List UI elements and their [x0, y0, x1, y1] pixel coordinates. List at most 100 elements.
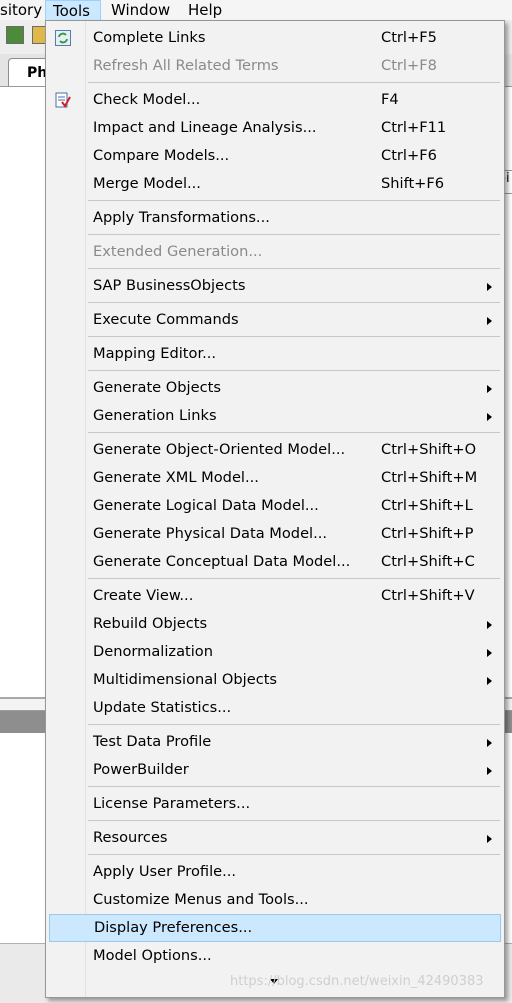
menu-repository[interactable]: sitory	[0, 0, 49, 20]
menu-item-denormalization[interactable]: Denormalization	[49, 638, 501, 666]
shortcut-label: Ctrl+Shift+P	[381, 525, 474, 542]
submenu-arrow-icon	[487, 649, 492, 657]
menu-separator	[88, 82, 500, 83]
menu-item-label: Update Statistics...	[93, 699, 232, 716]
menu-item-apply-user-profile[interactable]: Apply User Profile...	[49, 858, 501, 886]
menu-item-label: Generate Objects	[93, 379, 221, 396]
menu-item-sap-businessobjects[interactable]: SAP BusinessObjects	[49, 272, 501, 300]
menu-item-generate-cdm[interactable]: Generate Conceptual Data Model... Ctrl+S…	[49, 548, 501, 576]
menu-item-generate-ldm[interactable]: Generate Logical Data Model... Ctrl+Shif…	[49, 492, 501, 520]
submenu-arrow-icon	[487, 385, 492, 393]
menu-separator	[88, 820, 500, 821]
menu-item-label: Generate Conceptual Data Model...	[93, 553, 351, 570]
menu-item-impact-lineage-analysis[interactable]: Impact and Lineage Analysis... Ctrl+F11	[49, 114, 501, 142]
menu-item-merge-model[interactable]: Merge Model... Shift+F6	[49, 170, 501, 198]
submenu-arrow-icon	[487, 317, 492, 325]
menu-item-resources[interactable]: Resources	[49, 824, 501, 852]
menu-item-label: Test Data Profile	[93, 733, 212, 750]
menu-separator	[88, 724, 500, 725]
menu-item-create-view[interactable]: Create View... Ctrl+Shift+V	[49, 582, 501, 610]
menu-item-extended-generation[interactable]: Extended Generation...	[49, 238, 501, 266]
menu-item-label: Create View...	[93, 587, 194, 604]
menu-item-label: Generate Logical Data Model...	[93, 497, 319, 514]
menu-item-powerbuilder[interactable]: PowerBuilder	[49, 756, 501, 784]
menu-separator	[88, 302, 500, 303]
menu-item-refresh-all-related-terms[interactable]: Refresh All Related Terms Ctrl+F8	[49, 52, 501, 80]
menu-item-label: Merge Model...	[93, 175, 201, 192]
menu-item-label: Check Model...	[93, 91, 201, 108]
submenu-arrow-icon	[487, 835, 492, 843]
submenu-arrow-icon	[487, 283, 492, 291]
menu-tools[interactable]: Tools	[45, 0, 101, 20]
shortcut-label: Ctrl+F8	[381, 57, 437, 74]
menu-help[interactable]: Help	[181, 0, 229, 20]
menu-item-rebuild-objects[interactable]: Rebuild Objects	[49, 610, 501, 638]
menu-item-generate-pdm[interactable]: Generate Physical Data Model... Ctrl+Shi…	[49, 520, 501, 548]
watermark: https://blog.csdn.net/weixin_42490383	[230, 974, 484, 989]
menu-item-multidimensional-objects[interactable]: Multidimensional Objects	[49, 666, 501, 694]
menu-item-label: Multidimensional Objects	[93, 671, 278, 688]
menu-item-mapping-editor[interactable]: Mapping Editor...	[49, 340, 501, 368]
menu-item-label: Model Options...	[93, 947, 212, 964]
menu-separator	[88, 786, 500, 787]
menu-separator	[88, 578, 500, 579]
shortcut-label: Ctrl+F5	[381, 29, 437, 46]
tools-dropdown-menu: Complete Links Ctrl+F5 Refresh All Relat…	[45, 20, 505, 998]
menu-item-update-statistics[interactable]: Update Statistics...	[49, 694, 501, 722]
menu-item-model-options[interactable]: Model Options...	[49, 942, 501, 970]
menu-item-label: Denormalization	[93, 643, 213, 660]
menu-item-generate-oom[interactable]: Generate Object-Oriented Model... Ctrl+S…	[49, 436, 501, 464]
menu-item-label: Customize Menus and Tools...	[93, 891, 309, 908]
menu-item-label: Generation Links	[93, 407, 217, 424]
shortcut-label: Ctrl+Shift+O	[381, 441, 477, 458]
menu-item-label: Mapping Editor...	[93, 345, 217, 362]
menu-item-label: Resources	[93, 829, 168, 846]
shortcut-label: F4	[381, 91, 399, 108]
shortcut-label: Ctrl+F6	[381, 147, 437, 164]
menu-item-license-parameters[interactable]: License Parameters...	[49, 790, 501, 818]
menu-separator	[88, 370, 500, 371]
menu-item-generate-objects[interactable]: Generate Objects	[49, 374, 501, 402]
menu-item-label: Execute Commands	[93, 311, 239, 328]
menu-item-execute-commands[interactable]: Execute Commands	[49, 306, 501, 334]
shortcut-label: Ctrl+Shift+L	[381, 497, 473, 514]
menu-item-label: SAP BusinessObjects	[93, 277, 246, 294]
menu-item-label: License Parameters...	[93, 795, 251, 812]
menu-item-label: Rebuild Objects	[93, 615, 208, 632]
menu-window[interactable]: Window	[104, 0, 177, 20]
menu-item-label: Apply User Profile...	[93, 863, 237, 880]
shortcut-label: Ctrl+Shift+M	[381, 469, 478, 486]
shortcut-label: Ctrl+Shift+C	[381, 553, 475, 570]
complete-links-icon	[55, 30, 71, 46]
menu-separator	[88, 268, 500, 269]
submenu-arrow-icon	[487, 677, 492, 685]
shortcut-label: Ctrl+Shift+V	[381, 587, 475, 604]
menu-item-label: Apply Transformations...	[93, 209, 270, 226]
menu-bar: sitory Tools Window Help	[0, 0, 512, 20]
menu-item-label: Complete Links	[93, 29, 206, 46]
submenu-arrow-icon	[487, 413, 492, 421]
menu-item-label: Refresh All Related Terms	[93, 57, 279, 74]
menu-item-customize-menus-tools[interactable]: Customize Menus and Tools...	[49, 886, 501, 914]
menu-separator	[88, 336, 500, 337]
menu-item-label: Display Preferences...	[94, 919, 253, 936]
menu-separator	[88, 200, 500, 201]
menu-item-check-model[interactable]: Check Model... F4	[49, 86, 501, 114]
menu-item-compare-models[interactable]: Compare Models... Ctrl+F6	[49, 142, 501, 170]
new-model-icon[interactable]	[6, 26, 24, 44]
menu-separator	[88, 234, 500, 235]
menu-item-apply-transformations[interactable]: Apply Transformations...	[49, 204, 501, 232]
menu-item-generation-links[interactable]: Generation Links	[49, 402, 501, 430]
menu-item-label: PowerBuilder	[93, 761, 189, 778]
shortcut-label: Ctrl+F11	[381, 119, 447, 136]
menu-item-complete-links[interactable]: Complete Links Ctrl+F5	[49, 24, 501, 52]
shortcut-label: Shift+F6	[381, 175, 445, 192]
menu-item-test-data-profile[interactable]: Test Data Profile	[49, 728, 501, 756]
menu-item-label: Impact and Lineage Analysis...	[93, 119, 317, 136]
submenu-arrow-icon	[487, 621, 492, 629]
menu-item-label: Generate Physical Data Model...	[93, 525, 328, 542]
menu-separator	[88, 432, 500, 433]
menu-item-label: Generate XML Model...	[93, 469, 259, 486]
menu-item-generate-xml-model[interactable]: Generate XML Model... Ctrl+Shift+M	[49, 464, 501, 492]
menu-item-display-preferences[interactable]: Display Preferences...	[49, 914, 501, 942]
